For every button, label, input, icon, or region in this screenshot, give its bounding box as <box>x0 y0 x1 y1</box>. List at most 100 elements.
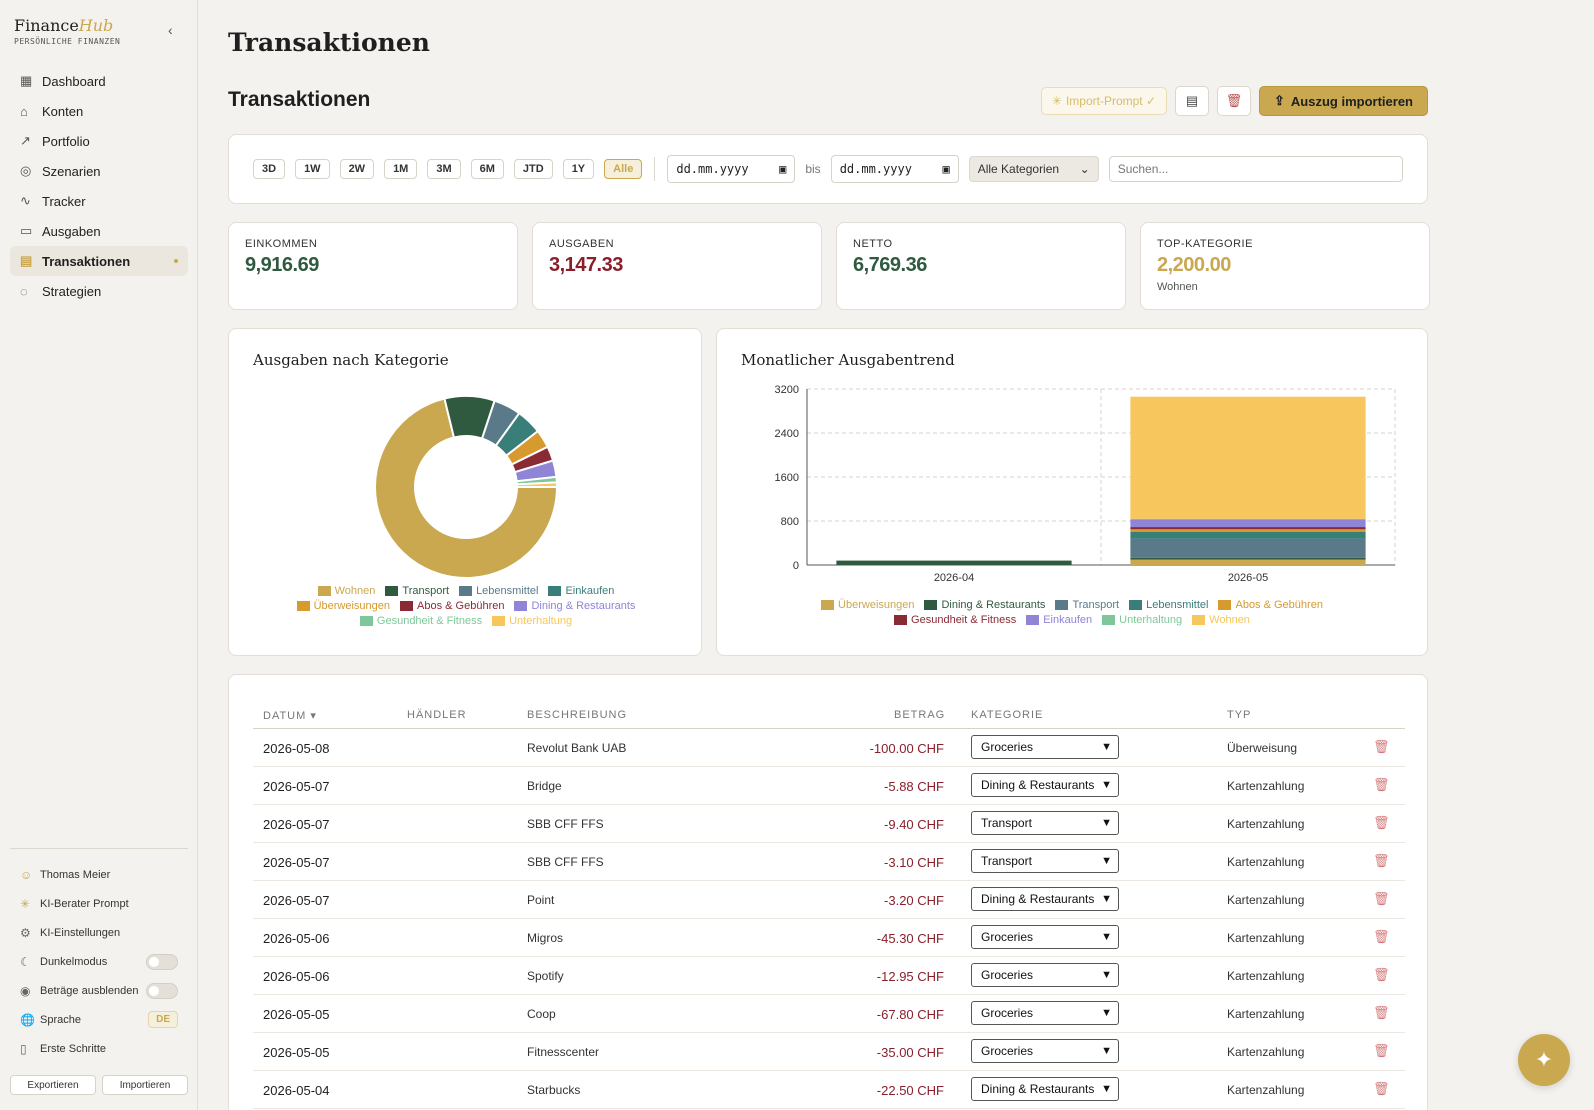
language-selector[interactable]: DE <box>148 1011 178 1028</box>
legend-swatch <box>548 586 562 596</box>
import-button[interactable]: Importieren <box>102 1075 188 1095</box>
sidebar-item-tracker[interactable]: ∿ Tracker <box>10 186 188 216</box>
legend-item[interactable]: Transport <box>1055 599 1119 611</box>
category-select[interactable]: Groceries ▼ <box>971 1001 1119 1025</box>
legend-item[interactable]: Unterhaltung <box>1102 614 1182 626</box>
legend-item[interactable]: Gesundheit & Fitness <box>894 614 1016 626</box>
legend-item[interactable]: Dining & Restaurants <box>514 600 635 612</box>
delete-row-icon[interactable]: 🗑 <box>1373 1005 1390 1021</box>
range-button-jtd[interactable]: JTD <box>513 159 553 179</box>
legend-item[interactable]: Lebensmittel <box>1129 599 1208 611</box>
legend-item[interactable]: Abos & Gebühren <box>1218 599 1323 611</box>
category-select[interactable]: Groceries ▼ <box>971 1039 1119 1063</box>
bar-segment-lebensmittel[interactable] <box>1130 532 1366 539</box>
range-button-6m[interactable]: 6M <box>470 159 504 179</box>
delete-row-icon[interactable]: 🗑 <box>1373 1043 1390 1059</box>
category-select[interactable]: Transport ▼ <box>971 811 1119 835</box>
legend-item[interactable]: Transport <box>385 585 449 597</box>
range-button-2w[interactable]: 2W <box>339 159 375 179</box>
delete-row-icon[interactable]: 🗑 <box>1373 929 1390 945</box>
category-select[interactable]: Groceries ▼ <box>971 735 1119 759</box>
category-select[interactable]: Groceries ▼ <box>971 963 1119 987</box>
category-select[interactable]: Transport ▼ <box>971 849 1119 873</box>
user-profile[interactable]: ☺ Thomas Meier <box>10 860 188 889</box>
delete-row-icon[interactable]: 🗑 <box>1373 777 1390 793</box>
dark-mode-toggle[interactable] <box>146 953 178 970</box>
table-row[interactable]: 2026-05-07 SBB CFF FFS -3.10 CHF Transport ▼… <box>253 843 1405 881</box>
legend-item[interactable]: Überweisungen <box>821 599 914 611</box>
delete-row-icon[interactable]: 🗑 <box>1373 967 1390 983</box>
table-row[interactable]: 2026-05-06 Spotify -12.95 CHF Groceries ▼ Kar… <box>253 957 1405 995</box>
range-button-3d[interactable]: 3D <box>253 159 286 179</box>
sidebar-item-portfolio[interactable]: ↗ Portfolio <box>10 126 188 156</box>
bar-segment-wohnen[interactable] <box>1130 396 1366 519</box>
legend-item[interactable]: Abos & Gebühren <box>400 600 504 612</box>
legend-label: Gesundheit & Fitness <box>376 615 483 627</box>
category-select[interactable]: Groceries ▼ <box>971 925 1119 949</box>
brand-name: FinanceHub <box>14 16 114 35</box>
range-button-1y[interactable]: 1Y <box>562 159 595 179</box>
legend-item[interactable]: Wohnen <box>1192 614 1250 626</box>
sidebar-item-konten[interactable]: ⌂ Konten <box>10 96 188 126</box>
sidebar-item-strategien[interactable]: ◌ Strategien <box>10 276 188 306</box>
range-button-1w[interactable]: 1W <box>295 159 330 179</box>
category-select[interactable]: Dining & Restaurants ▼ <box>971 773 1119 797</box>
clipboard-button[interactable]: ▤ <box>1175 86 1210 116</box>
table-row[interactable]: 2026-05-05 Fitnesscenter -35.00 CHF Groceri… <box>253 1033 1405 1071</box>
table-row[interactable]: 2026-05-06 Migros -45.30 CHF Groceries ▼ Kart… <box>253 919 1405 957</box>
ai-assistant-button[interactable]: ✦ <box>1518 1034 1570 1086</box>
legend-item[interactable]: Gesundheit & Fitness <box>359 615 483 627</box>
sort-date-header[interactable]: DATUM ▾ <box>263 709 317 722</box>
legend-item[interactable]: Dining & Restaurants <box>924 599 1045 611</box>
table-row[interactable]: 2026-05-07 Point -3.20 CHF Dining & Restaur… <box>253 881 1405 919</box>
table-row[interactable]: 2026-05-05 Coop -67.80 CHF Groceries ▼ Karten… <box>253 995 1405 1033</box>
table-row[interactable]: 2026-05-08 Revolut Bank UAB -100.00 CHF Gro… <box>253 729 1405 767</box>
bar-segment-unterhaltung[interactable] <box>1130 518 1366 520</box>
bar-segment-transport[interactable] <box>1130 538 1366 558</box>
bar-segment-überweisungen[interactable] <box>1130 559 1366 566</box>
hide-amounts-toggle[interactable] <box>146 982 178 999</box>
table-row[interactable]: 2026-05-04 Starbucks -22.50 CHF Dining & Re… <box>253 1071 1405 1109</box>
category-filter-select[interactable]: Alle Kategorien ⌄ <box>968 156 1099 182</box>
range-button-1m[interactable]: 1M <box>384 159 418 179</box>
export-button[interactable]: Exportieren <box>10 1075 96 1095</box>
legend-item[interactable]: Einkaufen <box>548 585 614 597</box>
legend-item[interactable]: Unterhaltung <box>492 615 572 627</box>
bar-segment-dining-restaurants[interactable] <box>836 560 1072 565</box>
bar-segment-einkaufen[interactable] <box>1130 519 1366 528</box>
legend-item[interactable]: Überweisungen <box>296 600 390 612</box>
cell-amount: -3.20 CHF <box>884 893 944 908</box>
ai-prompt-link[interactable]: ✳ KI-Berater Prompt <box>10 889 188 918</box>
legend-item[interactable]: Wohnen <box>317 585 375 597</box>
table-row[interactable]: 2026-05-07 SBB CFF FFS -9.40 CHF Transport ▼… <box>253 805 1405 843</box>
search-input[interactable]: Suchen... <box>1108 156 1403 182</box>
bar-segment-gesundheit-fitness[interactable] <box>1130 527 1366 530</box>
ai-settings-link[interactable]: ⚙ KI-Einstellungen <box>10 918 188 947</box>
sidebar-item-transaktionen[interactable]: ▤ Transaktionen <box>10 246 188 276</box>
range-button-alle[interactable]: Alle <box>604 159 643 179</box>
category-select[interactable]: Dining & Restaurants ▼ <box>971 887 1119 911</box>
sidebar-item-dashboard[interactable]: ▦ Dashboard <box>10 66 188 96</box>
brand-logo[interactable]: FinanceHub PERSÖNLICHE FINANZEN <box>14 16 120 46</box>
legend-item[interactable]: Lebensmittel <box>459 585 538 597</box>
table-row[interactable]: 2026-05-07 Bridge -5.88 CHF Dining & Restau… <box>253 767 1405 805</box>
import-statement-button[interactable]: ⇪ Auszug importieren <box>1259 86 1428 116</box>
delete-row-icon[interactable]: 🗑 <box>1373 1081 1390 1097</box>
date-from-input[interactable]: dd.mm.yyyy ▣ <box>667 155 796 183</box>
legend-item[interactable]: Einkaufen <box>1026 614 1092 626</box>
sidebar-item-szenarien[interactable]: ◎ Szenarien <box>10 156 188 186</box>
bar-segment-dining-restaurants[interactable] <box>1130 557 1366 560</box>
getting-started-link[interactable]: ▯ Erste Schritte <box>10 1034 188 1063</box>
collapse-sidebar-icon[interactable]: ‹ <box>168 22 173 38</box>
delete-row-icon[interactable]: 🗑 <box>1373 853 1390 869</box>
bar-segment-abos-gebühren[interactable] <box>1130 529 1366 532</box>
delete-row-icon[interactable]: 🗑 <box>1373 739 1390 755</box>
sidebar-item-ausgaben[interactable]: ▭ Ausgaben <box>10 216 188 246</box>
category-select[interactable]: Dining & Restaurants ▼ <box>971 1077 1119 1101</box>
date-to-input[interactable]: dd.mm.yyyy ▣ <box>830 155 959 183</box>
range-button-3m[interactable]: 3M <box>427 159 461 179</box>
delete-row-icon[interactable]: 🗑 <box>1373 815 1390 831</box>
delete-row-icon[interactable]: 🗑 <box>1373 891 1390 907</box>
delete-all-button[interactable]: 🗑 <box>1217 86 1252 116</box>
import-prompt-button[interactable]: ✳ Import-Prompt ✓ <box>1040 87 1168 115</box>
